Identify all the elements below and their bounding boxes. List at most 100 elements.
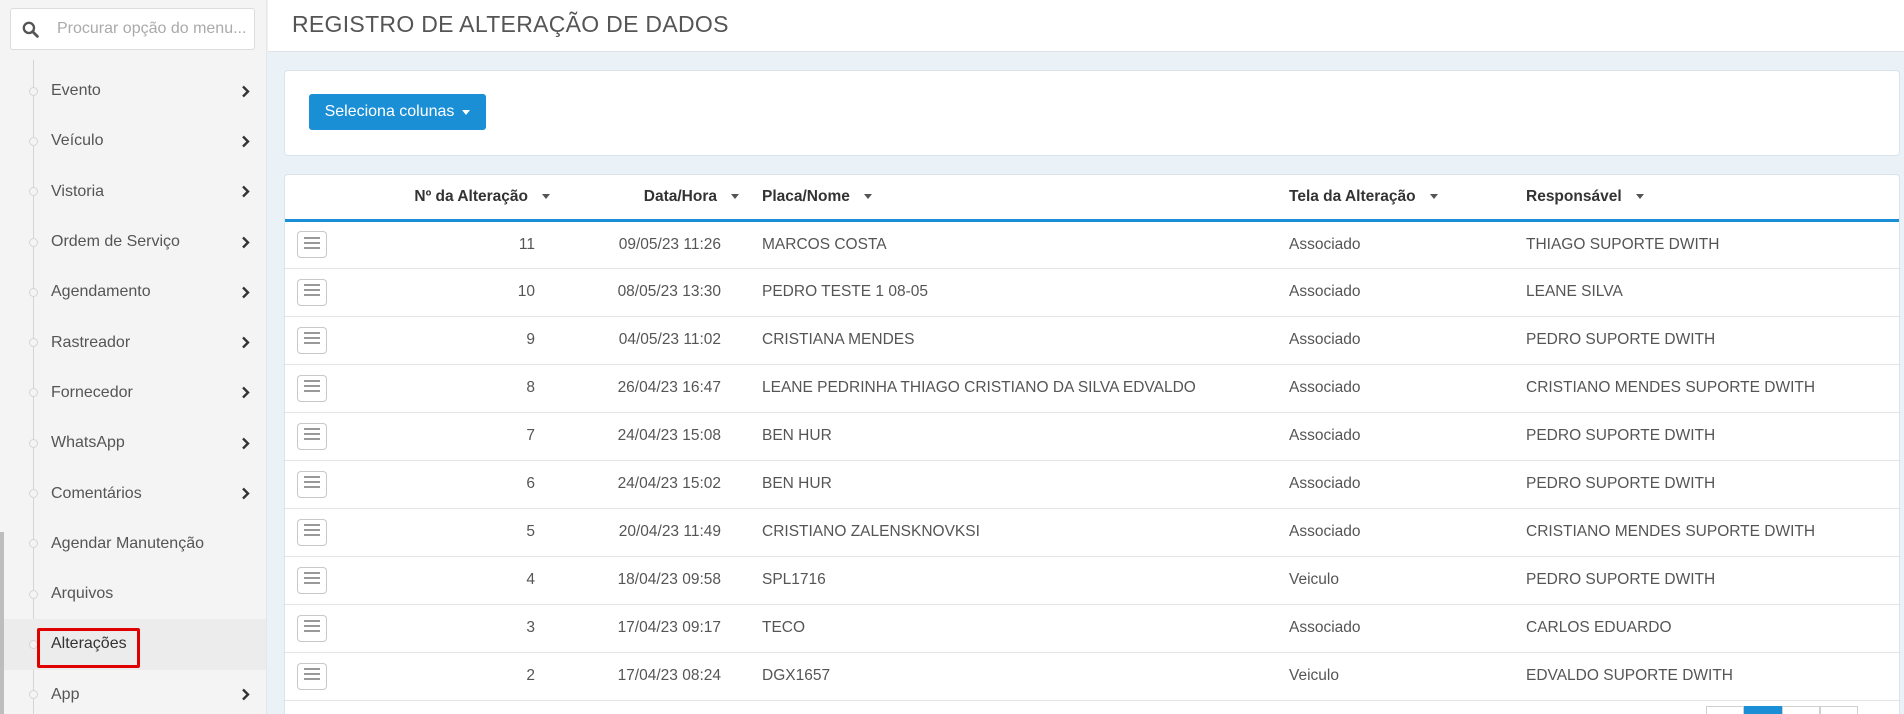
cell-date: 20/04/23 11:49 [560,508,743,557]
chevron-right-icon [238,285,252,299]
cell-placa: DGX1657 [743,652,1289,701]
list-icon [304,236,320,254]
column-header-label: Nº da Alteração [414,187,528,205]
cell-tela: Associado [1289,316,1526,365]
cell-tela: Veiculo [1289,556,1526,605]
sidebar-item-comentarios[interactable]: Comentários [0,468,266,518]
row-actions-cell [285,220,335,269]
row-details-button[interactable] [297,566,327,594]
sidebar-item-rastreador[interactable]: Rastreador [0,317,266,367]
row-details-button[interactable] [297,518,327,546]
column-header-resp[interactable]: Responsável [1526,175,1899,222]
cell-date: 04/05/23 11:02 [560,316,743,365]
cell-num: 5 [335,508,560,557]
table-row[interactable]: 10 08/05/23 13:30 PEDRO TESTE 1 08-05 Assoc… [285,268,1899,317]
list-icon [304,427,320,445]
chevron-right-icon [238,235,252,249]
cell-placa: CRISTIANO ZALENSKNOVKSI [743,508,1289,557]
column-header-label: Responsável [1526,187,1622,205]
row-details-button[interactable] [297,278,327,306]
table-row[interactable]: 11 09/05/23 11:26 MARCOS COSTA Associado THI… [285,220,1899,269]
table-row[interactable]: 9 04/05/23 11:02 CRISTIANA MENDES Associado… [285,316,1899,365]
sidebar-item-ordem-de-servico[interactable]: Ordem de Serviço [0,217,266,267]
cell-num: 11 [335,220,560,269]
menu-search-input[interactable] [57,20,252,38]
sidebar-item-label: Agendamento [51,283,151,301]
list-icon [304,283,320,301]
sidebar-item-veiculo[interactable]: Veículo [0,116,266,166]
row-details-button[interactable] [297,231,327,258]
cell-tela: Associado [1289,364,1526,413]
row-details-button[interactable] [297,662,327,690]
cell-num: 9 [335,316,560,365]
table-row[interactable]: 7 24/04/23 15:08 BEN HUR Associado PEDRO SUP… [285,412,1899,461]
list-icon [304,523,320,541]
cell-num: 10 [335,268,560,317]
column-header-date[interactable]: Data/Hora [560,175,743,222]
sidebar-scrollbar[interactable] [0,532,4,714]
sort-caret-icon[interactable] [1429,194,1438,200]
column-header-tela[interactable]: Tela da Alteração [1289,175,1526,222]
cell-date: 09/05/23 11:26 [560,220,743,269]
sidebar-item-agendar-manutencao[interactable]: Agendar Manutenção [0,519,266,569]
sidebar-item-label: Rastreador [51,333,131,351]
chevron-right-icon [238,688,252,702]
row-details-button[interactable] [297,326,327,354]
pagination-prev-button[interactable] [1706,706,1744,714]
cell-placa: BEN HUR [743,412,1289,461]
table-row[interactable]: 5 20/04/23 11:49 CRISTIANO ZALENSKNOVKSI As… [285,508,1899,557]
chevron-right-icon [238,134,252,148]
sidebar-item-alteracoes[interactable]: Alterações [0,619,266,670]
row-actions-cell [285,364,335,413]
sidebar-item-app[interactable]: App [0,670,266,714]
row-actions-cell [285,460,335,509]
row-details-button[interactable] [297,374,327,402]
sidebar-item-whatsapp[interactable]: WhatsApp [0,418,266,468]
table-row[interactable]: 4 18/04/23 09:58 SPL1716 Veiculo PEDRO SUPOR… [285,556,1899,605]
sidebar-item-label: Veículo [51,132,104,150]
sidebar-item-label: Fornecedor [51,383,133,401]
row-details-button[interactable] [297,422,327,450]
caret-down-icon [462,109,471,115]
sidebar-item-evento[interactable]: Evento [0,66,266,116]
sort-caret-icon[interactable] [542,194,550,200]
sidebar-item-arquivos[interactable]: Arquivos [0,569,266,619]
cell-tela: Associado [1289,604,1526,653]
cell-resp: CRISTIANO MENDES SUPORTE DWITH [1526,364,1899,413]
list-icon [304,331,320,349]
sort-caret-icon[interactable] [863,194,872,200]
row-actions-cell [285,412,335,461]
chevron-right-icon [238,436,252,450]
sidebar-item-vistoria[interactable]: Vistoria [0,167,266,217]
changes-table: Nº da Alteração Data/Hora Placa/Nome Tel… [285,175,1899,701]
cell-tela: Associado [1289,460,1526,509]
row-actions-cell [285,316,335,365]
sidebar-item-agendamento[interactable]: Agendamento [0,267,266,317]
table-panel: Nº da Alteração Data/Hora Placa/Nome Tel… [284,174,1900,714]
pagination-page-button[interactable] [1744,706,1782,714]
cell-num: 4 [335,556,560,605]
column-header-label: Data/Hora [643,187,717,205]
row-details-button[interactable] [297,614,327,642]
table-row[interactable]: 6 24/04/23 15:02 BEN HUR Associado PEDRO SUP… [285,460,1899,509]
pagination-next-button[interactable] [1820,706,1858,714]
row-details-button[interactable] [297,470,327,498]
sort-caret-icon[interactable] [731,194,739,200]
sort-caret-icon[interactable] [1635,194,1644,200]
cell-resp: LEANE SILVA [1526,268,1899,317]
table-row[interactable]: 3 17/04/23 09:17 TECO Associado CARLOS EDUAR… [285,604,1899,653]
pagination-page-button[interactable] [1782,706,1820,714]
select-columns-button[interactable]: Seleciona colunas [309,94,486,130]
table-row[interactable]: 2 17/04/23 08:24 DGX1657 Veiculo EDVALDO SUP… [285,652,1899,701]
table-row[interactable]: 8 26/04/23 16:47 LEANE PEDRINHA THIAGO CRI… [285,364,1899,413]
cell-date: 18/04/23 09:58 [560,556,743,605]
cell-date: 26/04/23 16:47 [560,364,743,413]
cell-resp: EDVALDO SUPORTE DWITH [1526,652,1899,701]
column-header-placa[interactable]: Placa/Nome [743,175,1289,222]
cell-placa: TECO [743,604,1289,653]
select-columns-label: Seleciona colunas [324,103,455,120]
sidebar-item-fornecedor[interactable]: Fornecedor [0,368,266,418]
column-header-num[interactable]: Nº da Alteração [335,175,560,222]
sidebar-item-label: Comentários [51,484,142,502]
menu-search-box[interactable] [10,8,255,50]
